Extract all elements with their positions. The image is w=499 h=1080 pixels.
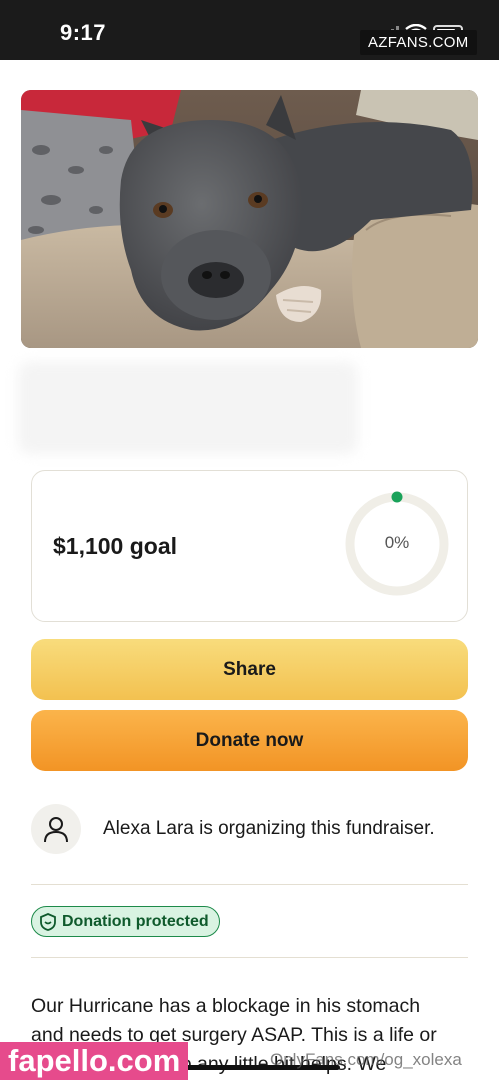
watermark-fapello: fapello.com — [0, 1042, 189, 1080]
person-icon — [44, 817, 68, 843]
shield-icon — [40, 912, 56, 931]
watermark-azfans: AZFANS.COM — [360, 30, 477, 55]
description-line: Our Hurricane has a blockage in his stom… — [31, 995, 421, 1017]
fundraiser-photo[interactable] — [21, 90, 478, 348]
donation-protected-badge[interactable]: Donation protected — [31, 906, 220, 937]
status-bar: 9:17 AZFANS.COM — [0, 0, 499, 60]
watermark-onlyfans: OnlyFans.com/og_xolexa — [270, 1050, 462, 1069]
goal-card: $1,100 goal 0% — [31, 470, 468, 622]
progress-percent: 0% — [384, 533, 410, 552]
progress-indicator — [391, 491, 403, 503]
status-time: 9:17 — [60, 20, 107, 45]
badge-label: Donation protected — [62, 912, 209, 930]
share-button[interactable]: Share — [31, 639, 468, 700]
divider — [31, 957, 468, 958]
blurred-title — [18, 362, 358, 454]
divider — [31, 884, 468, 885]
goal-amount: $1,100 goal — [53, 533, 178, 559]
organizer-text[interactable]: Alexa Lara is organizing this fundraiser… — [103, 818, 435, 840]
donate-button[interactable]: Donate now — [31, 710, 468, 771]
organizer-avatar[interactable] — [31, 804, 81, 854]
dog-photo — [21, 90, 478, 348]
